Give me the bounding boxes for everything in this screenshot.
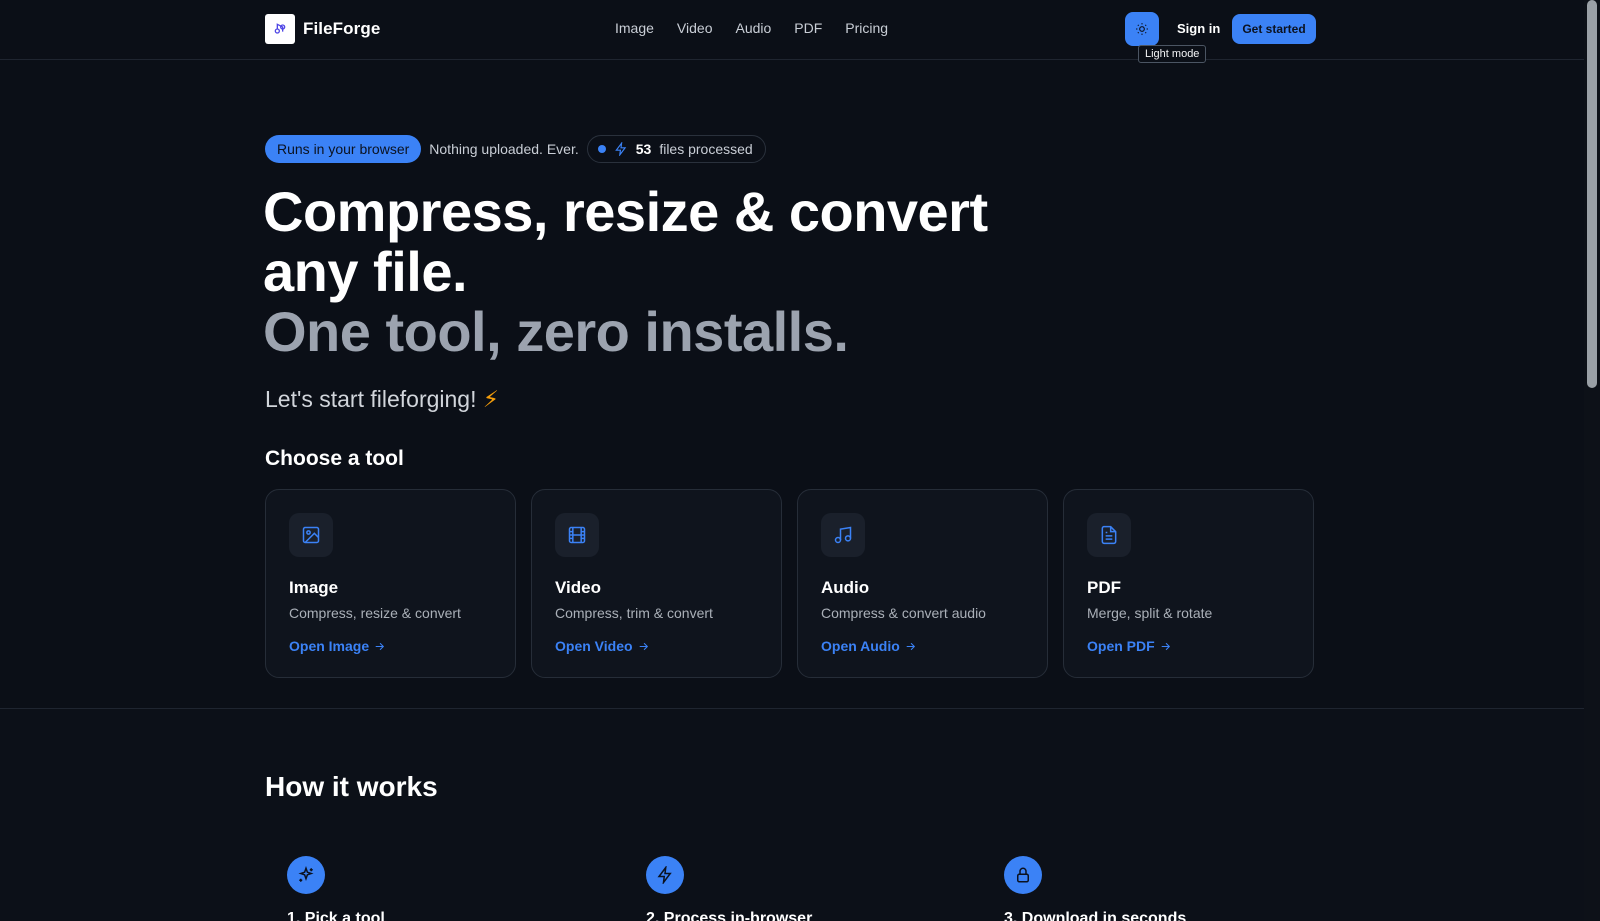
card-title: Audio	[821, 578, 870, 597]
tool-card-audio[interactable]: Audio Compress & convert audio Open Audi…	[797, 489, 1048, 678]
card-description: Compress, trim & convert	[555, 605, 713, 621]
live-dot-icon	[597, 145, 606, 153]
hero-subtitle: One tool, zero installs.	[263, 300, 849, 363]
privacy-note: Nothing uploaded. Ever.	[429, 141, 579, 157]
lightning-emoji-icon: ⚡	[482, 386, 500, 412]
brand-name: FileForge	[303, 19, 381, 38]
scrollbar-thumb[interactable]	[1587, 0, 1597, 388]
step-pick-tool: 1. Pick a tool	[287, 856, 385, 921]
document-icon	[1087, 513, 1131, 557]
link-label: Open Video	[555, 638, 633, 654]
step-download: 3. Download in seconds	[1004, 856, 1186, 921]
tagline-text: Let's start fileforging!	[265, 386, 477, 412]
arrow-right-icon	[1161, 642, 1170, 650]
step-process: 2. Process in-browser	[646, 856, 812, 921]
sign-in-link[interactable]: Sign in	[1177, 21, 1220, 36]
get-started-button[interactable]: Get started	[1232, 14, 1316, 44]
card-title: Image	[289, 578, 339, 597]
brand-logo[interactable]: FileForge	[265, 14, 380, 44]
hero-title: Compress, resize & convert any file.	[263, 180, 988, 303]
arrow-right-icon	[375, 642, 385, 650]
tool-cards: Image Compress, resize & convert Open Im…	[265, 489, 1314, 678]
link-label: Open PDF	[1087, 638, 1155, 654]
theme-tooltip: Light mode	[1138, 45, 1207, 63]
card-description: Merge, split & rotate	[1087, 605, 1213, 621]
sparkles-icon	[287, 856, 325, 894]
open-pdf-link[interactable]: Open PDF	[1087, 638, 1172, 654]
nav-pricing[interactable]: Pricing	[845, 20, 888, 36]
step-title: 1. Pick a tool	[287, 910, 385, 921]
arrow-right-icon	[639, 642, 648, 650]
image-icon	[289, 513, 333, 557]
tools-heading: Choose a tool	[265, 447, 404, 470]
open-image-link[interactable]: Open Image	[289, 638, 386, 654]
hero-badges: Runs in your browser Nothing uploaded. E…	[265, 135, 766, 163]
lock-icon	[1004, 856, 1042, 894]
film-icon	[555, 513, 599, 557]
tool-card-image[interactable]: Image Compress, resize & convert Open Im…	[265, 489, 516, 678]
logo-mark-icon	[265, 14, 295, 44]
tool-card-video[interactable]: Video Compress, trim & convert Open Vide…	[531, 489, 782, 678]
step-title: 3. Download in seconds	[1004, 910, 1187, 921]
open-audio-link[interactable]: Open Audio	[821, 638, 917, 654]
how-it-works-heading: How it works	[265, 771, 438, 802]
top-navbar: FileForge Image Video Audio PDF Pricing …	[0, 0, 1584, 63]
card-title: PDF	[1087, 578, 1121, 597]
browser-badge: Runs in your browser	[265, 135, 422, 163]
link-label: Open Audio	[821, 638, 900, 654]
sun-icon	[1136, 23, 1148, 35]
step-title: 2. Process in-browser	[646, 910, 813, 921]
nav-pdf[interactable]: PDF	[794, 20, 822, 36]
music-icon	[821, 513, 865, 557]
theme-toggle-button[interactable]	[1125, 12, 1159, 46]
files-counter: 53 files processed	[586, 135, 766, 163]
nav-image[interactable]: Image	[615, 20, 654, 36]
bolt-icon	[646, 856, 684, 894]
nav-audio[interactable]: Audio	[735, 20, 771, 36]
card-description: Compress & convert audio	[821, 605, 986, 621]
how-it-works-section	[0, 708, 1584, 921]
files-count-label: files processed	[659, 141, 753, 157]
tool-card-pdf[interactable]: PDF Merge, split & rotate Open PDF	[1063, 489, 1314, 678]
link-label: Open Image	[289, 638, 370, 654]
arrow-right-icon	[906, 642, 915, 650]
nav-video[interactable]: Video	[677, 20, 713, 36]
main-nav: Image Video Audio PDF Pricing	[615, 20, 888, 36]
bolt-icon	[614, 142, 626, 156]
open-video-link[interactable]: Open Video	[555, 638, 650, 654]
card-title: Video	[555, 578, 601, 597]
hero-tagline: Let's start fileforging! ⚡	[265, 386, 499, 413]
files-count: 53	[635, 141, 652, 157]
card-description: Compress, resize & convert	[289, 605, 461, 621]
